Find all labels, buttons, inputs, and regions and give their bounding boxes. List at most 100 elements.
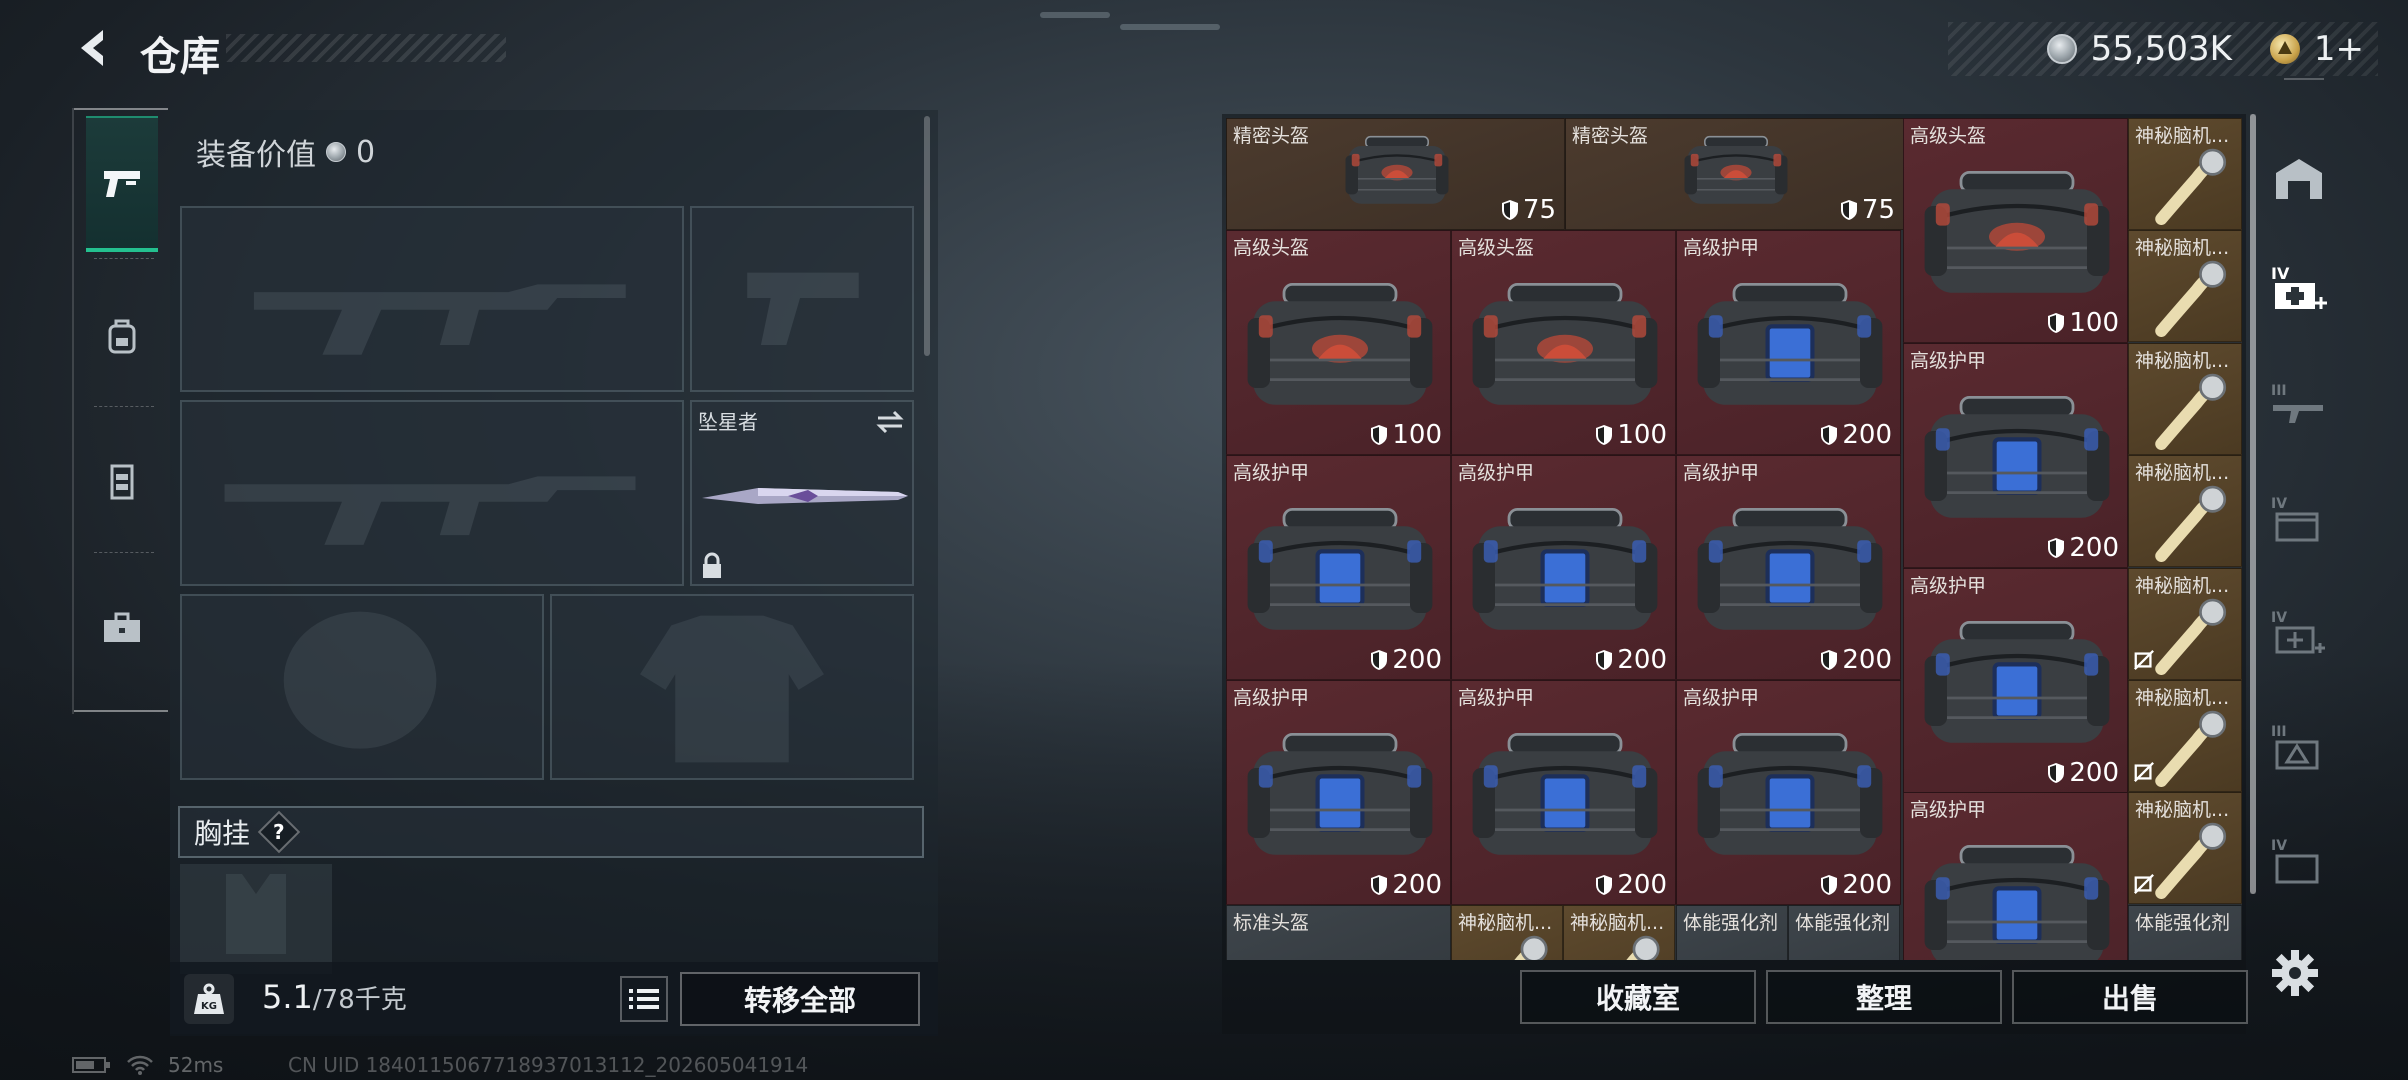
tier-label: III [2271,724,2287,740]
durability-value: 200 [2069,758,2119,788]
premium-amount[interactable]: 1+ [2314,29,2364,69]
stash-item[interactable]: 高级护甲 200 [1676,455,1901,680]
wifi-icon [127,1055,153,1075]
pistol-icon [104,171,140,197]
durability-value: 75 [1861,195,1895,225]
durability-value: 200 [1842,645,1892,675]
stash-item-name: 神秘脑机... [2135,687,2230,709]
brain-chip-icon [1472,933,1553,960]
stash-item[interactable]: 神秘脑机... [2128,455,2242,567]
chest-rig-silhouette-icon [226,874,286,954]
sell-button[interactable]: 出售 [2012,970,2248,1024]
primary-weapon-slot[interactable] [180,206,684,392]
stash-item[interactable]: 神秘脑机... [2128,568,2242,680]
help-icon[interactable]: ? [257,810,301,854]
ping: 52ms [168,1053,224,1077]
stash-item[interactable]: 体能强化剂 [1788,905,1900,960]
swap-icon[interactable] [874,408,906,436]
shield-icon [1840,200,1857,220]
stash-item-name: 高级护甲 [1683,462,1760,484]
stimulant-syringe-icon [1699,953,1761,960]
stash-item[interactable]: 高级护甲 200 [1676,230,1901,455]
armor-bag-icon [1691,501,1889,641]
stash-item[interactable]: 高级护甲 200 [1451,455,1676,680]
backpack-icon [108,319,136,354]
helmet-bag-icon [1466,276,1664,416]
stash-item[interactable]: 精密头盔 75 [1565,118,1904,230]
stash-item[interactable]: 高级护甲 200 [1903,792,2128,960]
transfer-all-button[interactable]: 转移全部 [680,972,920,1026]
helmet-bag-icon [1665,132,1807,210]
melee-name: 坠星者 [698,410,758,434]
back-button[interactable] [70,24,116,72]
category-consumables[interactable]: IV [2266,598,2332,668]
category-weapons[interactable]: III [2266,370,2332,440]
stash-item-name: 标准头盔 [1233,912,1310,934]
armor-slot[interactable] [550,594,914,780]
stash-item[interactable]: 高级护甲 200 [1903,568,2128,793]
category-scrollbar[interactable] [2250,114,2256,894]
stash-item[interactable]: 神秘脑机... [2128,118,2242,230]
stash-item[interactable]: 神秘脑机... [2128,680,2242,792]
weight-max: /78千克 [312,985,407,1015]
stash-item[interactable]: 标准头盔 [1226,905,1451,960]
durability-badge: 200 [2047,758,2119,788]
scrollbar[interactable] [924,116,930,356]
stash-item-name: 精密头盔 [1572,125,1649,147]
stash-item[interactable]: 体能强化剂 [1676,905,1788,960]
stash-item[interactable]: 神秘脑机... [2128,343,2242,455]
brain-chip-icon [2150,371,2232,452]
rifle-silhouette-icon [253,284,626,355]
stash-item-name: 神秘脑机... [2135,350,2230,372]
category-equipment[interactable]: III [2266,712,2332,782]
tab-divider [94,258,154,259]
stash-item[interactable]: 高级头盔 100 [1226,230,1451,455]
stash-item[interactable]: 高级头盔 100 [1903,118,2128,343]
triangle-crate-icon: III [2271,724,2319,770]
stash-item[interactable]: 高级护甲 200 [1903,343,2128,568]
battery-icon [72,1057,110,1073]
melee-slot[interactable]: 坠星者 [690,400,914,586]
stash-item[interactable]: 精密头盔 75 [1226,118,1565,230]
stash-item-name: 高级护甲 [1910,575,1987,597]
stash-item[interactable]: 高级护甲 200 [1226,455,1451,680]
shield-icon [1371,650,1388,670]
tab-backpack[interactable] [86,268,158,404]
settings-gear-icon[interactable] [2270,948,2320,998]
durability-value: 200 [1617,645,1667,675]
category-medical[interactable]: IV [2266,256,2332,326]
durability-badge: 200 [1820,645,1892,675]
stash-item[interactable]: 神秘脑机... [1451,905,1563,960]
stash-panel: 精密头盔 75 精密头盔 75 高级头盔 100 神秘脑机... 高级头盔 10… [1222,114,2248,1034]
helmet-bag-icon [1241,276,1439,416]
helmet-slot[interactable] [180,594,544,780]
category-ammo[interactable]: IV [2266,484,2332,554]
brain-chip-icon [2150,708,2232,789]
sort-button[interactable]: 整理 [1766,970,2002,1024]
premium-currency-icon [2269,34,2300,64]
stash-item[interactable]: 高级护甲 200 [1226,680,1451,905]
stash-item[interactable]: 高级护甲 200 [1451,680,1676,905]
tab-vest[interactable] [86,414,158,550]
stash-item[interactable]: 神秘脑机... [2128,792,2242,904]
category-all[interactable] [2266,144,2332,214]
tab-toolbox[interactable] [86,560,158,696]
armor-bag-icon [1918,614,2116,754]
category-misc[interactable]: IV [2266,826,2332,896]
chest-rig-slot[interactable] [180,864,332,974]
stash-item-name: 高级护甲 [1910,799,1987,821]
warehouse-icon [2276,159,2322,199]
stash-item[interactable]: 高级头盔 100 [1451,230,1676,455]
tertiary-weapon-slot[interactable] [180,400,684,586]
stash-item[interactable]: 高级护甲 200 [1676,680,1901,905]
shield-icon [1371,875,1388,895]
stash-item[interactable]: 体能强化剂 [2128,905,2242,960]
stash-item[interactable]: 神秘脑机... [1563,905,1675,960]
top-bar: 仓库 55,503K 1+ [0,0,2408,100]
tab-weapons[interactable] [86,116,158,252]
stash-item[interactable]: 神秘脑机... [2128,230,2242,342]
secondary-weapon-slot[interactable] [690,206,914,392]
collection-room-button[interactable]: 收藏室 [1520,970,1756,1024]
list-view-button[interactable] [620,976,668,1022]
page-title: 仓库 [140,34,220,80]
